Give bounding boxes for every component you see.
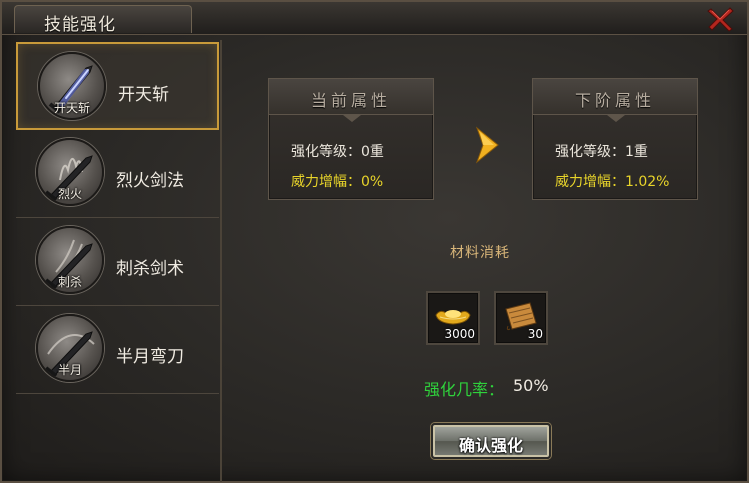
skill-list: 开天斩 开天斩 烈火 烈火剑法 刺杀 刺杀剑术 半月 半月弯刀 bbox=[16, 40, 222, 482]
next-level-value: 1重 bbox=[625, 144, 648, 160]
current-attributes-title: 当前属性 bbox=[310, 91, 391, 110]
current-level-row: 强化等级：0重 bbox=[291, 141, 384, 161]
current-level-label: 强化等级： bbox=[291, 144, 361, 160]
current-attributes-panel: 当前属性 强化等级：0重 威力增幅：0% bbox=[268, 78, 434, 200]
material-slot-gold[interactable]: 3000 bbox=[426, 291, 480, 345]
material-count: 3000 bbox=[444, 327, 475, 341]
liehuo-skill-icon: 烈火 bbox=[36, 138, 104, 206]
kaitianzhan-skill-icon: 开天斩 bbox=[38, 52, 106, 120]
banyue-skill-icon: 半月 bbox=[36, 314, 104, 382]
skill-icon-caption: 半月 bbox=[57, 363, 82, 377]
window-title: 技能强化 bbox=[44, 15, 116, 35]
skill-icon-caption: 烈火 bbox=[57, 187, 82, 201]
skill-enhance-window: 技能强化 开天斩 开天斩 烈火 烈火剑法 刺杀 刺杀剑术 半月 半月弯刀 当前属… bbox=[0, 0, 749, 483]
next-power-value: 1.02% bbox=[625, 174, 670, 190]
title-bar: 技能强化 bbox=[2, 2, 747, 35]
cisha-skill-icon: 刺杀 bbox=[36, 226, 104, 294]
next-power-row: 威力增幅：1.02% bbox=[555, 171, 669, 191]
header-notch bbox=[607, 115, 625, 122]
material-count: 30 bbox=[527, 327, 543, 341]
next-level-label: 强化等级： bbox=[555, 144, 625, 160]
next-level-row: 强化等级：1重 bbox=[555, 141, 648, 161]
skill-icon-caption: 开天斩 bbox=[53, 101, 90, 115]
next-attributes-panel: 下阶属性 强化等级：1重 威力增幅：1.02% bbox=[532, 78, 698, 200]
success-rate-label: 强化几率： bbox=[424, 380, 505, 399]
close-icon bbox=[707, 7, 734, 32]
current-level-value: 0重 bbox=[361, 144, 384, 160]
current-power-value: 0% bbox=[361, 174, 384, 190]
skill-item-liehuo[interactable]: 烈火 烈火剑法 bbox=[16, 130, 219, 218]
materials-title: 材料消耗 bbox=[450, 245, 510, 261]
skill-name: 刺杀剑术 bbox=[116, 259, 184, 279]
current-attributes-header: 当前属性 bbox=[269, 79, 433, 115]
skill-icon-caption: 刺杀 bbox=[57, 275, 82, 289]
skill-item-banyue[interactable]: 半月 半月弯刀 bbox=[16, 306, 219, 394]
confirm-enhance-label: 确认强化 bbox=[458, 436, 523, 455]
skill-item-cisha[interactable]: 刺杀 刺杀剑术 bbox=[16, 218, 219, 306]
skill-name: 烈火剑法 bbox=[116, 171, 184, 191]
skill-name: 半月弯刀 bbox=[116, 347, 184, 367]
confirm-enhance-button[interactable]: 确认强化 bbox=[431, 423, 551, 459]
next-power-label: 威力增幅： bbox=[555, 174, 625, 190]
material-slot-scroll[interactable]: 30 bbox=[494, 291, 548, 345]
current-power-label: 威力增幅： bbox=[291, 174, 361, 190]
close-button[interactable] bbox=[706, 6, 736, 32]
skill-item-kaitianzhan[interactable]: 开天斩 开天斩 bbox=[16, 42, 219, 130]
next-attributes-title: 下阶属性 bbox=[574, 91, 655, 110]
next-attributes-header: 下阶属性 bbox=[533, 79, 697, 115]
success-rate-value: 50% bbox=[513, 376, 549, 395]
current-power-row: 威力增幅：0% bbox=[291, 171, 383, 191]
header-notch bbox=[343, 115, 361, 122]
skill-name: 开天斩 bbox=[118, 85, 169, 105]
next-arrow-icon bbox=[474, 126, 500, 164]
